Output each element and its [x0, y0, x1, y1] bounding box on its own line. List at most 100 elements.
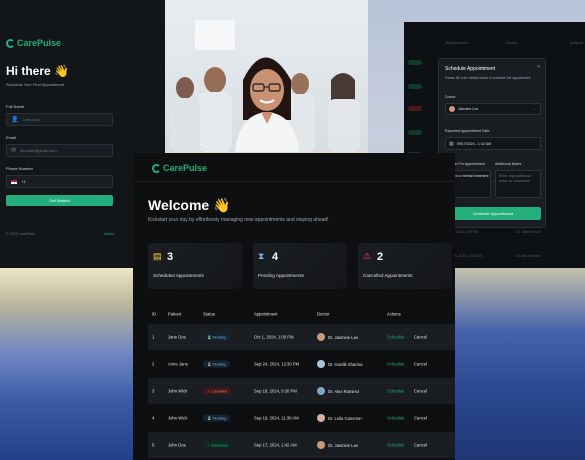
doctor-avatar	[317, 414, 325, 422]
us-flag-icon	[11, 179, 17, 184]
table-row: 5 John Doe ✓ Scheduled Sep 17, 2024, 1:4…	[148, 432, 455, 458]
chevron-down-icon: ⌄	[532, 107, 536, 111]
header-patient: Patient	[168, 311, 182, 316]
hourglass-icon: ⧗	[258, 251, 265, 261]
date-picker-value: 09/17/2024 - 1:42 AM	[456, 141, 492, 146]
carepulse-logo: CarePulse	[6, 38, 61, 48]
row-patient: Anne Jane	[168, 361, 189, 367]
header-appointment: Appointment	[254, 311, 278, 316]
table-row: 3 John Wick ⚠ Cancelled Sep 19, 2024, 9:…	[148, 378, 455, 404]
bg-status-badge	[408, 130, 422, 135]
status-badge: ⚠ Cancelled	[203, 387, 232, 395]
calendar-icon: ▦	[449, 140, 454, 147]
row-patient: Jane Doe	[168, 334, 186, 340]
mail-icon: ✉	[11, 148, 17, 154]
doctor-avatar	[317, 360, 325, 368]
bg-status-badge	[408, 106, 422, 111]
email-field[interactable]: ✉ johndoe@gmail.com	[6, 144, 113, 157]
row-id: 3	[152, 388, 155, 394]
row-patient: John Wick	[168, 388, 188, 394]
row-doctor: Dr. Jasmine Lee	[317, 441, 358, 449]
full-name-placeholder: John Doe	[22, 117, 40, 122]
phone-field[interactable]: +1	[6, 175, 113, 188]
row-appointment-date: Sep 17, 2024, 1:42 AM	[254, 442, 297, 448]
welcome-heading: Welcome 👋	[148, 197, 231, 213]
row-id: 2	[152, 361, 155, 367]
table-header: ID Patient Status Appointment Doctor Act…	[148, 305, 455, 322]
bg-row-doctor: Dr. Jasmine Lee	[516, 230, 541, 234]
logo-mark-icon	[6, 38, 15, 48]
doctors-photo	[165, 0, 368, 152]
copyright-text: © 2024 CarePulse	[6, 232, 35, 236]
table-row: 1 Jane Doe ⌛ Pending Oct 1, 2024, 1:00 P…	[148, 324, 455, 350]
doctors-illustration	[165, 0, 368, 152]
bg-row-doctor: Dr. Alex Ramirez	[516, 254, 542, 258]
row-id: 4	[152, 415, 155, 421]
date-picker[interactable]: ▦ 09/17/2024 - 1:42 AM	[445, 137, 541, 150]
bg-header-doctor: Doctor	[506, 40, 518, 45]
status-badge: ✓ Scheduled	[203, 441, 232, 449]
stat-count: 3	[167, 251, 174, 263]
row-doctor: Dr. Jasmine Lee	[317, 333, 358, 341]
schedule-button[interactable]: Schedule	[387, 416, 404, 421]
backdrop-left	[0, 268, 140, 460]
row-patient: John Wick	[168, 415, 188, 421]
phone-label: Phone Number	[6, 166, 33, 171]
row-appointment-date: Oct 1, 2024, 1:00 PM	[254, 334, 294, 340]
row-doctor: Dr. Hardik Sharma	[317, 360, 362, 368]
schedule-appointment-button[interactable]: Schedule Appointment	[445, 207, 541, 220]
stat-count: 4	[272, 251, 279, 263]
table-row: 2 Anne Jane ⌛ Pending Sep 24, 2024, 12:3…	[148, 351, 455, 377]
cancel-button[interactable]: Cancel	[414, 389, 427, 394]
greeting-subtitle: Schedule Your First Appointment	[6, 82, 65, 87]
doctor-avatar	[317, 333, 325, 341]
bg-header-actions: Actions	[570, 40, 584, 45]
schedule-button[interactable]: Schedule	[387, 362, 404, 367]
header-status: Status	[203, 311, 215, 316]
date-label: Expected Appointment Date	[445, 129, 490, 133]
row-appointment-date: Sep 19, 2024, 9:30 PM	[254, 388, 297, 394]
doctor-select[interactable]: Jasmine Lee ⌄	[445, 103, 541, 115]
bg-header-appointment: Appointment	[446, 40, 469, 45]
doctor-select-value: Jasmine Lee	[458, 107, 479, 111]
email-label: Email	[6, 135, 17, 140]
row-id: 1	[152, 334, 155, 340]
admin-dashboard: CarePulse Welcome 👋 Kickstart your day b…	[133, 153, 455, 460]
schedule-button[interactable]: Schedule	[387, 335, 404, 340]
stat-card-scheduled: ▤ 3 Scheduled Appointments	[148, 243, 242, 289]
doctor-avatar	[449, 106, 455, 112]
cancel-button[interactable]: Cancel	[414, 335, 427, 340]
schedule-button[interactable]: Schedule	[387, 443, 404, 448]
stat-label: Pending Appointments	[258, 273, 304, 278]
modal-description: Please fill in the details below to sche…	[445, 76, 532, 80]
doctor-avatar	[317, 441, 325, 449]
logo-mark-icon	[152, 163, 161, 173]
header-id: ID	[152, 311, 157, 316]
row-appointment-date: Sep 19, 2024, 11:30 AM	[254, 415, 299, 421]
status-badge: ⌛ Pending	[203, 414, 230, 422]
row-appointment-date: Sep 24, 2024, 12:30 PM	[254, 361, 300, 367]
calendar-icon: ▤	[153, 251, 162, 261]
row-doctor: Dr. Alex Ramirez	[317, 387, 359, 395]
get-started-button[interactable]: Get Started	[6, 195, 113, 206]
close-icon[interactable]: ×	[537, 64, 540, 70]
header-divider	[133, 181, 455, 182]
bg-status-badge	[408, 60, 422, 65]
welcome-intro: Kickstart your day by effortlessly manag…	[148, 217, 329, 223]
stat-count: 2	[377, 251, 384, 263]
status-badge: ⌛ Pending	[203, 360, 230, 368]
table-row: 4 John Wick ⌛ Pending Sep 19, 2024, 11:3…	[148, 405, 455, 431]
schedule-button[interactable]: Schedule	[387, 389, 404, 394]
cancel-button[interactable]: Cancel	[414, 362, 427, 367]
full-name-field[interactable]: 👤 John Doe	[6, 113, 113, 126]
user-icon: 👤	[11, 117, 19, 123]
header-actions: Actions	[387, 311, 401, 316]
row-doctor: Dr. Leila Cameron	[317, 414, 362, 422]
carepulse-logo: CarePulse	[152, 163, 207, 173]
cancel-button[interactable]: Cancel	[414, 416, 427, 421]
doctor-label: Doctor	[445, 95, 456, 99]
admin-link[interactable]: Admin	[104, 232, 114, 236]
bg-status-badge	[408, 84, 422, 89]
notes-textarea[interactable]: Enter any additional notes or comments	[495, 170, 541, 198]
cancel-button[interactable]: Cancel	[414, 443, 427, 448]
